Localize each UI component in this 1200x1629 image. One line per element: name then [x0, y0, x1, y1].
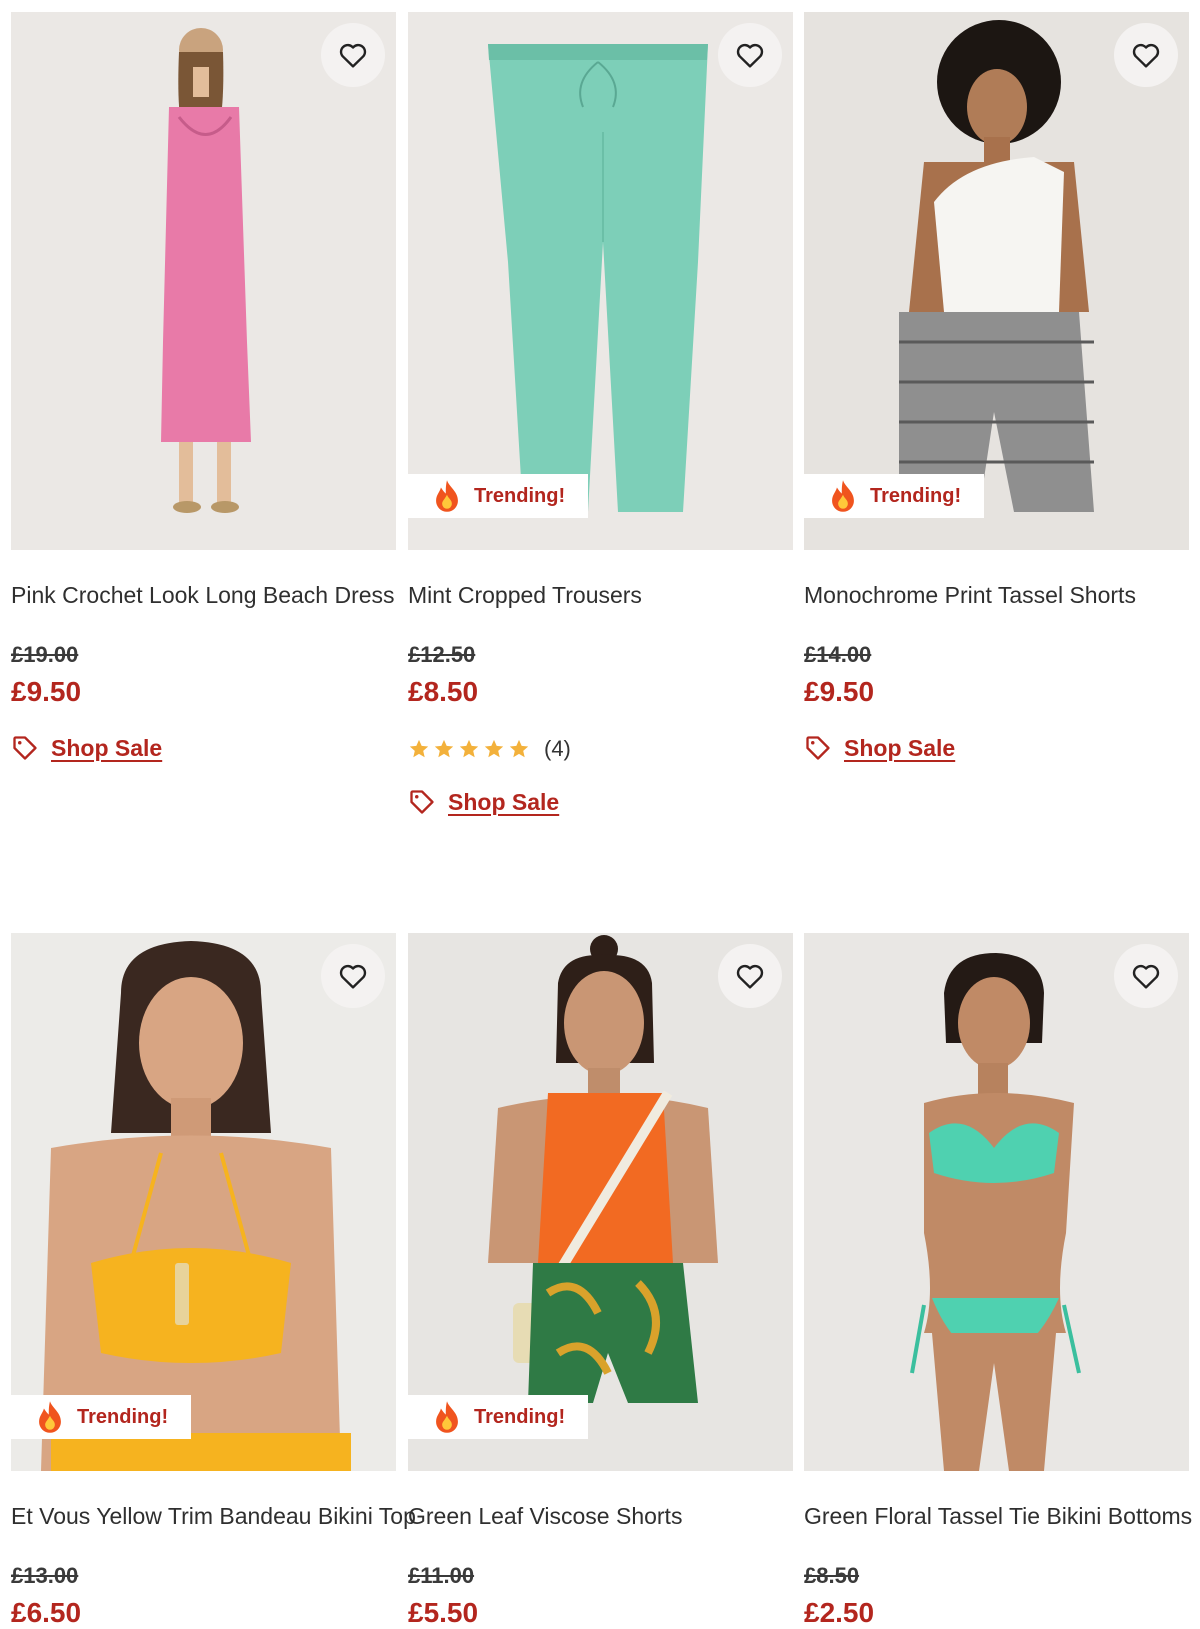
tag-icon: [806, 736, 830, 760]
heart-icon: [736, 964, 764, 989]
product-image[interactable]: Trending!: [804, 12, 1189, 550]
heart-icon: [339, 43, 367, 68]
trending-badge: Trending!: [11, 1395, 191, 1439]
product-title[interactable]: Mint Cropped Trousers: [408, 582, 642, 609]
heart-icon: [1132, 964, 1160, 989]
star-icon: [484, 739, 504, 758]
heart-icon: [1132, 43, 1160, 68]
shop-sale-link[interactable]: Shop Sale: [408, 788, 559, 816]
trending-label: Trending!: [870, 484, 962, 507]
star-rating: [408, 738, 530, 760]
product-card[interactable]: Pink Crochet Look Long Beach Dress £19.0…: [11, 12, 396, 761]
product-image[interactable]: Trending!: [408, 12, 793, 550]
flame-icon: [832, 480, 854, 512]
product-card[interactable]: Green Floral Tassel Tie Bikini Bottoms £…: [804, 933, 1192, 1628]
product-image[interactable]: Trending!: [11, 933, 396, 1471]
wishlist-button[interactable]: [718, 944, 782, 1008]
star-icon: [409, 739, 429, 758]
was-price: £11.00: [408, 1563, 475, 1588]
flame-icon: [436, 1401, 458, 1433]
review-count: (4): [544, 736, 571, 761]
trending-label: Trending!: [474, 1405, 566, 1428]
product-card[interactable]: Trending! Mint Cropped Trousers £12.50 £…: [408, 12, 793, 815]
was-price: £19.00: [11, 642, 79, 667]
product-card[interactable]: Trending! Et Vous Yellow Trim Bandeau Bi…: [11, 933, 416, 1628]
wishlist-button[interactable]: [1114, 23, 1178, 87]
shop-sale-link[interactable]: Shop Sale: [804, 734, 955, 762]
sale-price: £9.50: [804, 676, 875, 707]
product-card[interactable]: Trending! Monochrome Print Tassel Shorts…: [804, 12, 1189, 761]
star-icon: [434, 739, 454, 758]
product-title[interactable]: Et Vous Yellow Trim Bandeau Bikini Top: [11, 1503, 416, 1530]
sale-price: £8.50: [408, 676, 479, 707]
shop-sale-link[interactable]: Shop Sale: [11, 734, 162, 762]
product-title[interactable]: Pink Crochet Look Long Beach Dress: [11, 582, 395, 609]
product-photo: [408, 933, 793, 1471]
product-photo: [408, 12, 793, 550]
flame-icon: [39, 1401, 61, 1433]
was-price: £14.00: [804, 642, 872, 667]
product-photo: [804, 12, 1189, 550]
product-image[interactable]: [804, 933, 1189, 1471]
product-photo: [11, 933, 396, 1471]
was-price: £13.00: [11, 1563, 79, 1588]
trending-badge: Trending!: [804, 474, 984, 518]
wishlist-button[interactable]: [321, 23, 385, 87]
sale-price: £6.50: [11, 1597, 82, 1628]
tag-icon: [13, 736, 37, 760]
product-rating[interactable]: (4): [408, 736, 571, 762]
product-photo: [11, 12, 396, 550]
tag-icon: [410, 790, 434, 814]
star-icon: [509, 739, 529, 758]
trending-label: Trending!: [474, 484, 566, 507]
heart-icon: [736, 43, 764, 68]
wishlist-button[interactable]: [321, 944, 385, 1008]
product-title[interactable]: Green Floral Tassel Tie Bikini Bottoms: [804, 1503, 1192, 1530]
trending-badge: Trending!: [408, 474, 588, 518]
product-title[interactable]: Monochrome Print Tassel Shorts: [804, 582, 1136, 609]
product-photo: [804, 933, 1189, 1471]
wishlist-button[interactable]: [1114, 944, 1178, 1008]
sale-price: £5.50: [408, 1597, 479, 1628]
heart-icon: [339, 964, 367, 989]
sale-price: £2.50: [804, 1597, 875, 1628]
trending-badge: Trending!: [408, 1395, 588, 1439]
sale-price: £9.50: [11, 676, 82, 707]
was-price: £12.50: [408, 642, 476, 667]
trending-label: Trending!: [77, 1405, 169, 1428]
product-image[interactable]: [11, 12, 396, 550]
shop-sale-label: Shop Sale: [448, 788, 560, 815]
star-icon: [459, 739, 479, 758]
shop-sale-label: Shop Sale: [844, 734, 956, 761]
flame-icon: [436, 480, 458, 512]
was-price: £8.50: [804, 1563, 860, 1588]
product-image[interactable]: Trending!: [408, 933, 793, 1471]
product-title[interactable]: Green Leaf Viscose Shorts: [408, 1503, 682, 1530]
wishlist-button[interactable]: [718, 23, 782, 87]
product-card[interactable]: Trending! Green Leaf Viscose Shorts £11.…: [408, 933, 793, 1628]
shop-sale-label: Shop Sale: [51, 734, 163, 761]
